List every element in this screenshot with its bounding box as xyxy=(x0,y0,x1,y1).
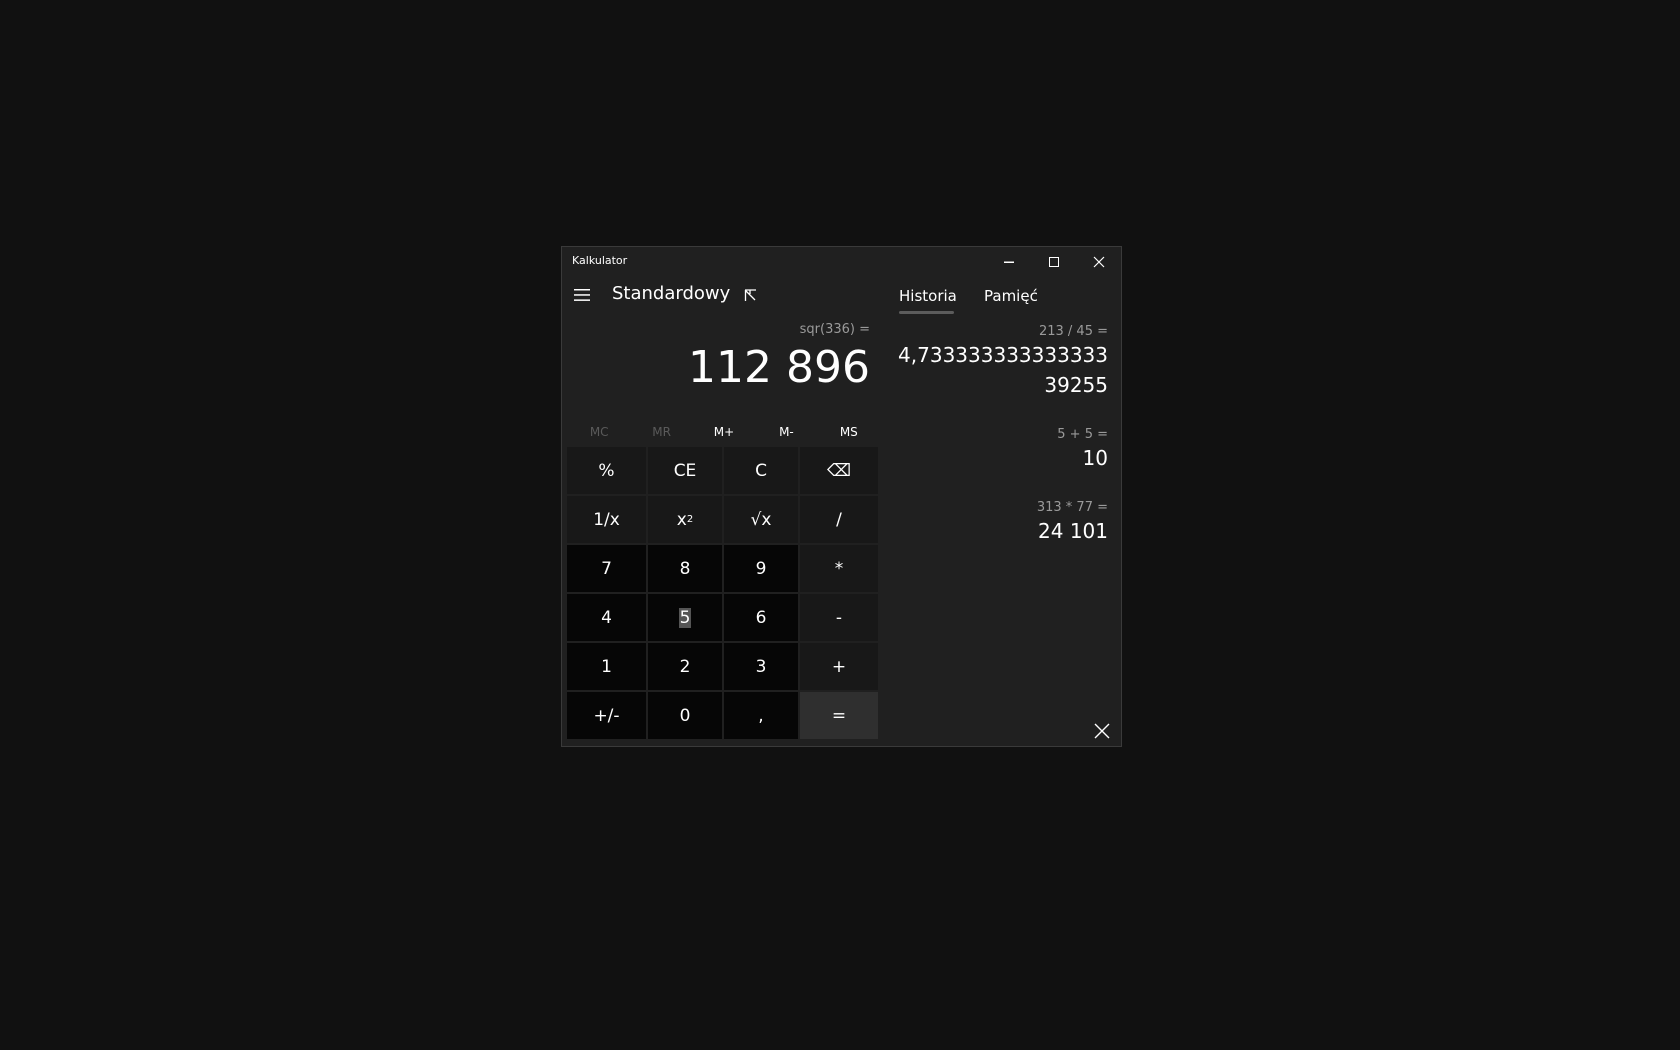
keep-on-top-icon xyxy=(744,289,756,301)
add-button[interactable]: + xyxy=(800,643,878,690)
history-expression: 313 * 77 = xyxy=(1036,500,1108,515)
digit-7-button[interactable]: 7 xyxy=(567,545,646,592)
negate-button[interactable]: +/- xyxy=(567,692,646,739)
decimal-separator-button[interactable]: , xyxy=(724,692,798,739)
window-title: Kalkulator xyxy=(572,254,628,267)
minimize-button[interactable] xyxy=(986,247,1031,277)
digit-2-button[interactable]: 2 xyxy=(648,643,722,690)
percent-button[interactable]: % xyxy=(567,447,646,494)
history-item[interactable]: 5 + 5 = 10 xyxy=(888,426,1108,473)
memory-controls: MC MR M+ M- MS xyxy=(568,417,880,447)
history-panel: Historia Pamięć 213 / 45 = 4,73333333333… xyxy=(880,277,1122,747)
digit-1-button[interactable]: 1 xyxy=(567,643,646,690)
tab-memory[interactable]: Pamięć xyxy=(984,287,1038,305)
clear-history-button[interactable] xyxy=(1090,719,1114,743)
navigation-menu-button[interactable] xyxy=(570,283,594,307)
history-expression: 5 + 5 = xyxy=(1057,427,1108,442)
memory-add-button[interactable]: M+ xyxy=(693,417,755,447)
hamburger-icon xyxy=(574,289,590,301)
calculator-header: Standardowy xyxy=(562,277,872,317)
history-item[interactable]: 213 / 45 = 4,73333333333333339255 xyxy=(888,323,1108,400)
history-item[interactable]: 313 * 77 = 24 101 xyxy=(888,499,1108,546)
memory-recall-button[interactable]: MR xyxy=(630,417,692,447)
memory-subtract-button[interactable]: M- xyxy=(755,417,817,447)
close-icon xyxy=(1093,256,1104,268)
digit-4-button[interactable]: 4 xyxy=(567,594,646,641)
expression-display: sqr(336) = xyxy=(799,322,870,337)
digit-3-button[interactable]: 3 xyxy=(724,643,798,690)
history-result: 24 101 xyxy=(1038,519,1108,543)
square-button[interactable]: x2 xyxy=(648,496,722,543)
square-root-button[interactable]: √x xyxy=(724,496,798,543)
result-display: 112 896 xyxy=(688,342,870,393)
backspace-button[interactable]: ⌫ xyxy=(800,447,878,494)
digit-5-label: 5 xyxy=(678,607,692,628)
keep-on-top-button[interactable] xyxy=(740,285,762,307)
clear-entry-button[interactable]: CE xyxy=(648,447,722,494)
memory-clear-button[interactable]: MC xyxy=(568,417,630,447)
history-expression: 213 / 45 = xyxy=(1038,324,1108,339)
history-result: 4,73333333333333339255 xyxy=(898,343,1108,397)
multiply-button[interactable]: * xyxy=(800,545,878,592)
square-label: x xyxy=(676,509,687,530)
minimize-icon xyxy=(1003,261,1014,263)
maximize-icon xyxy=(1048,257,1059,267)
digit-6-button[interactable]: 6 xyxy=(724,594,798,641)
square-exponent: 2 xyxy=(686,514,694,525)
maximize-button[interactable] xyxy=(1031,247,1076,277)
title-bar[interactable]: Kalkulator xyxy=(562,247,1121,277)
digit-8-button[interactable]: 8 xyxy=(648,545,722,592)
divide-button[interactable]: / xyxy=(800,496,878,543)
mode-title: Standardowy xyxy=(612,283,731,304)
delete-history-icon xyxy=(1094,723,1110,739)
digit-9-button[interactable]: 9 xyxy=(724,545,798,592)
digit-0-button[interactable]: 0 xyxy=(648,692,722,739)
reciprocal-button[interactable]: 1/x xyxy=(567,496,646,543)
tab-history[interactable]: Historia xyxy=(899,287,957,305)
subtract-button[interactable]: - xyxy=(800,594,878,641)
calculator-window: Kalkulator Standardowy sqr(336) = 112 89… xyxy=(561,246,1122,747)
clear-button[interactable]: C xyxy=(724,447,798,494)
memory-store-button[interactable]: MS xyxy=(818,417,880,447)
digit-5-button[interactable]: 5 xyxy=(648,594,722,641)
panel-tabs: Historia Pamięć xyxy=(880,277,1120,317)
history-result: 10 xyxy=(1082,446,1108,470)
active-tab-indicator xyxy=(899,311,954,314)
close-button[interactable] xyxy=(1076,247,1121,277)
equals-button[interactable]: = xyxy=(800,692,878,739)
keypad: % CE C ⌫ 1/x x2 √x / 7 8 9 * 4 5 6 - 1 2… xyxy=(567,447,882,743)
history-list: 213 / 45 = 4,73333333333333339255 5 + 5 … xyxy=(888,323,1108,572)
backspace-icon: ⌫ xyxy=(826,460,852,481)
